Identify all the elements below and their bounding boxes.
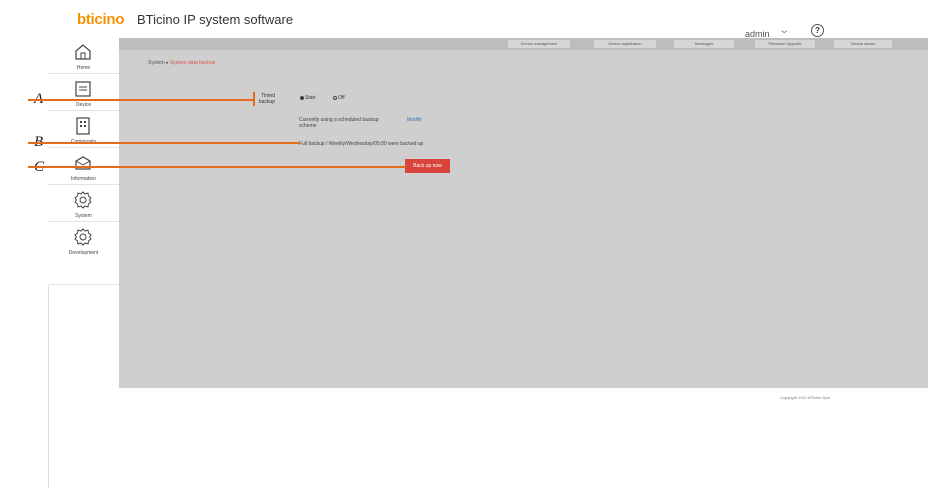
community-icon	[76, 117, 90, 135]
information-icon	[75, 156, 91, 170]
nav-device-management[interactable]: Device management	[508, 40, 570, 48]
sidebar-item-label: Device	[75, 102, 92, 108]
breadcrumb-current: System data backup	[169, 60, 216, 66]
app-title: BTicino IP system software	[137, 12, 294, 27]
radio-off[interactable]: Off	[333, 95, 345, 101]
sidebar-item-label: System	[75, 213, 92, 219]
sidebar-item-device[interactable]: Device	[48, 75, 119, 111]
back-up-now-button[interactable]: Back up now	[405, 159, 450, 173]
nav-device-registration[interactable]: Device registration	[594, 40, 656, 48]
sidebar-item-development[interactable]: Development	[48, 223, 119, 285]
chevron-down-icon[interactable]: ⌄	[778, 25, 790, 36]
callout-line-c	[28, 166, 406, 168]
breadcrumb-parent[interactable]: System	[148, 60, 165, 66]
breadcrumb-arrow-icon: ▸	[166, 60, 169, 66]
gear-icon	[74, 191, 92, 209]
home-icon	[75, 44, 91, 60]
schedule-status-line2: scheme	[299, 123, 317, 129]
bticino-logo: bticino	[77, 11, 125, 28]
last-backup-status: Full backup / Weekly/Wednesday/05:00 wer…	[299, 141, 424, 147]
callout-line-b	[28, 142, 300, 144]
sidebar-item-system[interactable]: System	[48, 186, 119, 222]
timed-backup-label: Timed backup	[253, 93, 275, 105]
timed-backup-label-line2: backup	[258, 99, 275, 105]
callout-line-a	[28, 99, 254, 101]
nav-firmware-upgrade[interactable]: Firmware Upgrade	[755, 40, 815, 48]
sidebar-item-home[interactable]: Home	[48, 38, 119, 74]
radio-unselected-icon[interactable]	[333, 95, 337, 100]
sidebar-item-label: Home	[76, 65, 91, 71]
nav-device-status[interactable]: Device status	[834, 40, 892, 48]
device-icon	[75, 81, 91, 97]
radio-start[interactable]: Start	[300, 95, 316, 101]
radio-off-label: Off	[338, 95, 345, 101]
breadcrumb: System ▸ System data backup	[148, 60, 215, 66]
gear-icon	[74, 228, 92, 246]
schedule-status: Currently using a scheduled backup schem…	[299, 117, 399, 129]
sidebar: Home Device Community	[48, 38, 119, 286]
copyright: Copyright 2021 BTicino SpA	[780, 395, 831, 400]
modify-link[interactable]: Modify	[407, 117, 422, 123]
callout-bracket-a	[253, 92, 255, 106]
radio-selected-icon[interactable]	[300, 95, 304, 100]
manual-figure: bticino BTicino IP system software admin…	[0, 0, 928, 488]
nav-messages[interactable]: Messages	[674, 40, 734, 48]
sidebar-item-label: Information	[70, 176, 96, 182]
sidebar-item-label: Development	[68, 250, 99, 256]
radio-start-label: Start	[305, 95, 316, 101]
help-icon[interactable]: ?	[811, 24, 824, 37]
